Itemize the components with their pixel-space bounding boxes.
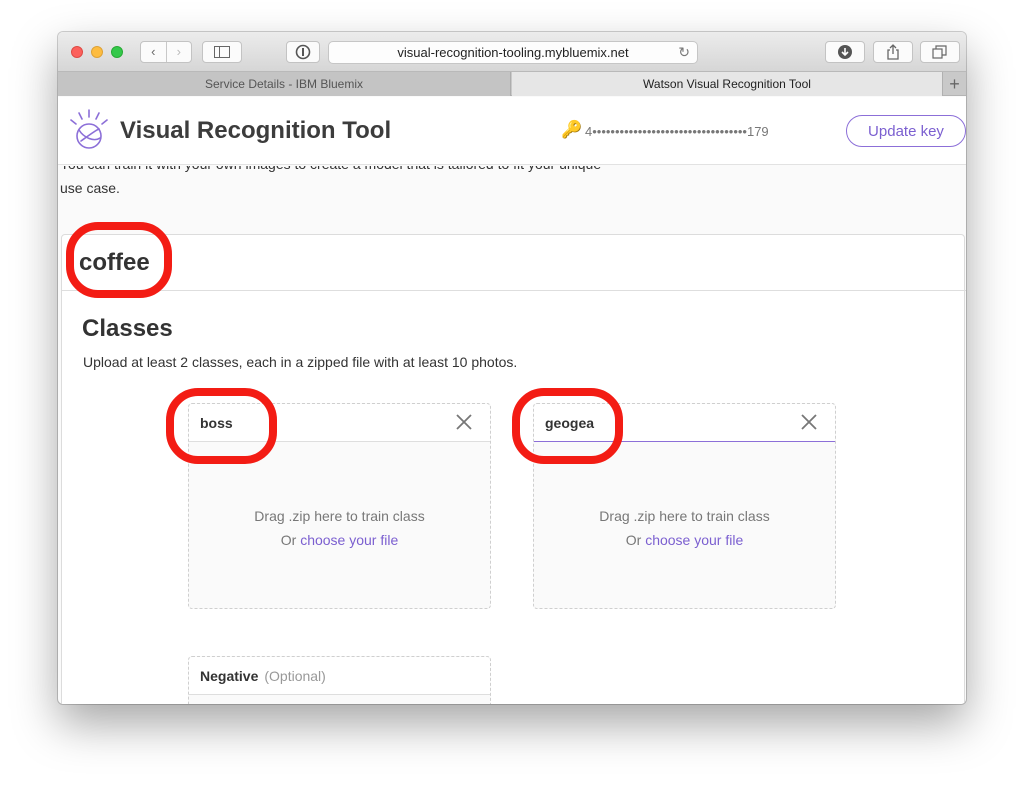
- negative-label: Negative (Optional): [200, 668, 326, 684]
- privacy-report-button[interactable]: [286, 41, 320, 63]
- negative-title: Negative: [200, 668, 259, 684]
- optional-label: (Optional): [264, 668, 326, 684]
- tab-bar: Service Details - IBM Bluemix Watson Vis…: [58, 72, 966, 96]
- back-icon[interactable]: ‹: [141, 42, 166, 62]
- drop-instructions: Drag .zip here to train class Or choose …: [189, 504, 490, 552]
- new-tab-button[interactable]: +: [942, 72, 966, 96]
- drop-label: Drag .zip here to train class: [254, 508, 425, 524]
- plus-icon: +: [949, 73, 960, 94]
- minimize-window-button[interactable]: [91, 46, 103, 58]
- url-text: visual-recognition-tooling.mybluemix.net: [397, 45, 629, 60]
- annotation-circle-class-boss: [166, 388, 277, 464]
- browser-window: ‹ › visual-recognition-tooling.mybluemix…: [58, 32, 966, 704]
- tab-visual-recognition-tool[interactable]: Watson Visual Recognition Tool: [512, 72, 942, 96]
- drop-label: Drag .zip here to train class: [599, 508, 770, 524]
- annotation-circle-class-geogea: [512, 388, 623, 464]
- negative-class-header: Negative (Optional): [189, 657, 490, 695]
- classifier-name-row: coffee: [62, 235, 966, 291]
- or-label: Or: [280, 532, 297, 548]
- tabs-overview-icon: [932, 45, 947, 59]
- browser-toolbar: ‹ › visual-recognition-tooling.mybluemix…: [58, 32, 966, 72]
- tab-label: Service Details - IBM Bluemix: [204, 77, 364, 91]
- api-key-masked: 4••••••••••••••••••••••••••••••••••179: [585, 124, 769, 139]
- tab-label: Watson Visual Recognition Tool: [643, 77, 811, 91]
- privacy-icon: [295, 44, 311, 60]
- zoom-window-button[interactable]: [111, 46, 123, 58]
- show-tabs-button[interactable]: [920, 41, 960, 63]
- negative-class-dropzone[interactable]: Negative (Optional): [188, 656, 491, 704]
- update-key-button[interactable]: Update key: [846, 115, 966, 147]
- annotation-circle-classifier-name: [66, 222, 172, 298]
- choose-file-link[interactable]: choose your file: [300, 532, 398, 548]
- downloads-button[interactable]: [825, 41, 865, 63]
- drop-instructions: Drag .zip here to train class Or choose …: [534, 504, 835, 552]
- sidebar-toggle-button[interactable]: [202, 41, 242, 63]
- address-bar[interactable]: visual-recognition-tooling.mybluemix.net…: [328, 41, 698, 64]
- share-icon: [887, 44, 899, 60]
- close-icon[interactable]: [454, 412, 474, 432]
- intro-text: You can train it with your own images to…: [60, 166, 660, 200]
- classes-instructions: Upload at least 2 classes, each in a zip…: [83, 354, 518, 370]
- nav-button-group: ‹ ›: [140, 41, 192, 63]
- share-button[interactable]: [873, 41, 913, 63]
- close-window-button[interactable]: [71, 46, 83, 58]
- intro-line-1: You can train it with your own images to…: [60, 166, 660, 176]
- tab-service-details[interactable]: Service Details - IBM Bluemix: [58, 72, 511, 96]
- key-icon: 🔑: [561, 120, 583, 139]
- forward-icon[interactable]: ›: [165, 42, 192, 62]
- app-title: Visual Recognition Tool: [120, 117, 392, 144]
- reload-icon[interactable]: ↻: [678, 44, 690, 61]
- close-icon[interactable]: [799, 412, 819, 432]
- classifier-card: coffee Classes Upload at least 2 classes…: [61, 234, 966, 704]
- choose-file-link[interactable]: choose your file: [645, 532, 743, 548]
- app-header: Visual Recognition Tool 🔑 4•••••••••••••…: [58, 97, 966, 165]
- download-icon: [838, 45, 852, 59]
- or-label: Or: [625, 532, 642, 548]
- intro-line-2: use case.: [60, 180, 120, 196]
- sidebar-icon: [214, 46, 230, 58]
- classes-heading: Classes: [82, 315, 173, 342]
- watson-logo-icon: [70, 109, 108, 149]
